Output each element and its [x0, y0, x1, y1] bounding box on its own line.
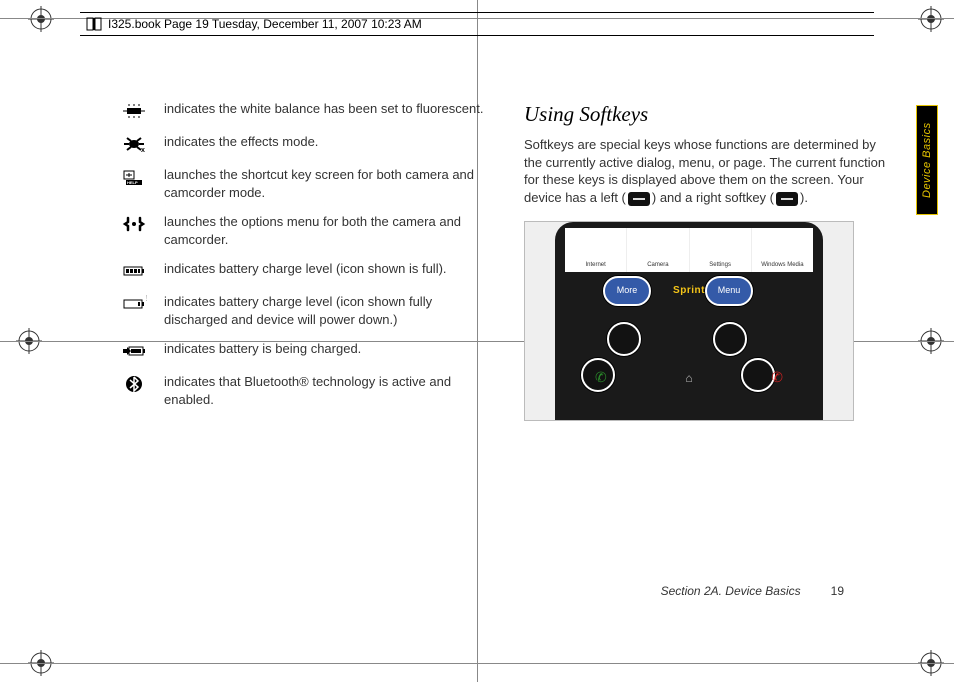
legend-text: indicates battery charge level (icon sho… [164, 260, 447, 278]
key-highlight-ring [741, 358, 775, 392]
page-header-bar: I325.book Page 19 Tuesday, December 11, … [80, 12, 874, 36]
legend-text: indicates battery charge level (icon sho… [164, 293, 490, 328]
effects-mode-icon: x [120, 134, 148, 154]
legend-row: ! indicates battery charge level (icon s… [120, 293, 490, 328]
app-icon-settings: Settings [690, 228, 752, 272]
svg-text:!: ! [146, 295, 147, 303]
white-balance-fluorescent-icon [120, 101, 148, 121]
legend-text: launches the options menu for both the c… [164, 213, 490, 248]
app-icon-windows-media: Windows Media [752, 228, 813, 272]
softkeys-paragraph: Softkeys are special keys whose function… [524, 136, 894, 206]
legend-row: indicates battery is being charged. [120, 340, 490, 361]
page-footer: Section 2A. Device Basics 19 [661, 584, 844, 598]
icon-legend-column: indicates the white balance has been set… [120, 100, 490, 602]
page-number: 19 [831, 584, 844, 598]
bluetooth-active-icon [120, 374, 148, 394]
footer-section: Section 2A. Device Basics [661, 584, 801, 598]
legend-text: indicates the white balance has been set… [164, 100, 483, 118]
legend-row: indicates that Bluetooth® technology is … [120, 373, 490, 408]
registration-mark-icon [28, 6, 54, 32]
call-key-icon: ✆ [595, 368, 607, 387]
section-heading: Using Softkeys [524, 100, 894, 128]
app-icon-internet: Internet [565, 228, 627, 272]
legend-row: launches the options menu for both the c… [120, 213, 490, 248]
battery-charging-icon [120, 341, 148, 361]
legend-row: x indicates the effects mode. [120, 133, 490, 154]
registration-mark-icon [918, 6, 944, 32]
para-part: ) and a right softkey ( [652, 190, 774, 205]
shortcut-help-icon: HELP [120, 167, 148, 187]
legend-row: indicates battery charge level (icon sho… [120, 260, 490, 281]
header-text: I325.book Page 19 Tuesday, December 11, … [108, 17, 422, 31]
device-illustration: Internet Camera Settings Windows Media M… [524, 221, 854, 421]
phone-screen: Internet Camera Settings Windows Media [565, 228, 813, 272]
key-highlight-ring [607, 322, 641, 356]
svg-text:x: x [141, 147, 145, 153]
battery-full-icon [120, 261, 148, 281]
legend-text: launches the shortcut key screen for bot… [164, 166, 490, 201]
section-tab: Device Basics [916, 105, 938, 215]
para-part: ). [800, 190, 808, 205]
legend-row: HELP launches the shortcut key screen fo… [120, 166, 490, 201]
end-key-icon: ✆ [771, 368, 783, 387]
right-softkey-icon [776, 192, 798, 206]
legend-text: indicates battery is being charged. [164, 340, 361, 358]
legend-row: indicates the white balance has been set… [120, 100, 490, 121]
svg-text:HELP: HELP [127, 180, 138, 185]
legend-text: indicates that Bluetooth® technology is … [164, 373, 490, 408]
battery-empty-icon: ! [120, 294, 148, 314]
home-key-icon: ⌂ [685, 370, 692, 386]
brand-logo: Sprint [555, 284, 823, 298]
key-highlight-ring [713, 322, 747, 356]
book-icon [86, 16, 102, 32]
legend-text: indicates the effects mode. [164, 133, 318, 151]
options-menu-icon [120, 214, 148, 234]
app-icon-camera: Camera [627, 228, 689, 272]
softkeys-column: Using Softkeys Softkeys are special keys… [524, 100, 894, 602]
left-softkey-icon [628, 192, 650, 206]
